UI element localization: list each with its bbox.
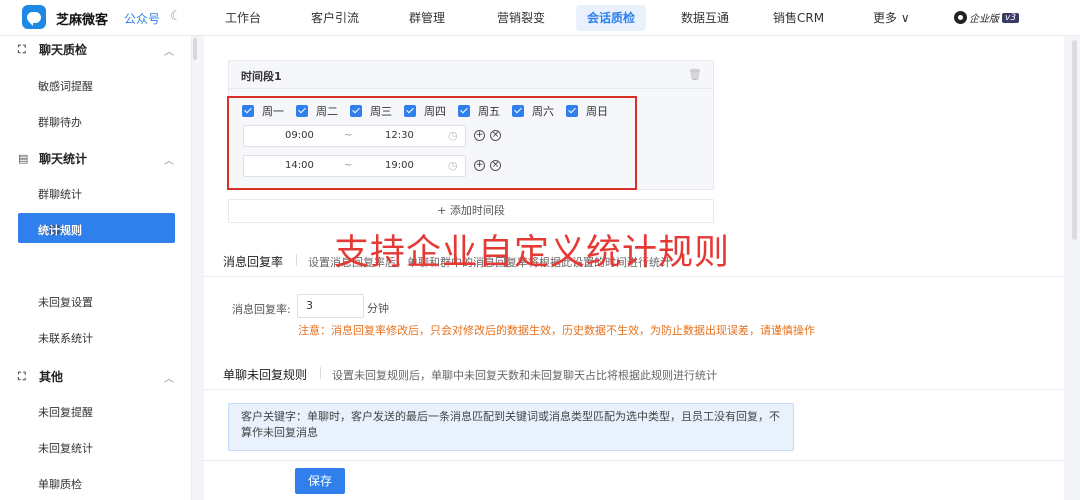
nav-item-marketing-fission[interactable]: 营销裂变	[486, 5, 556, 31]
sidebar-item-stats-rules[interactable]: 统计规则	[38, 222, 82, 238]
section-title-no-reply: 单聊未回复规则	[223, 368, 308, 382]
sidebar-item-no-reply-reminder[interactable]: 未回复提醒	[38, 404, 93, 420]
add-time-period-button[interactable]: + 添加时间段	[228, 199, 714, 223]
annotation-overlay-text: 支持企业自定义统计规则	[334, 233, 731, 273]
nav-item-group-management[interactable]: 群管理	[398, 5, 456, 31]
dark-mode-icon[interactable]: ☾	[170, 9, 182, 24]
reply-rate-unit: 分钟	[367, 302, 389, 315]
nav-item-more[interactable]: 更多 ∨	[862, 5, 921, 31]
nav-item-customer-acquisition[interactable]: 客户引流	[300, 5, 370, 31]
sidebar-item-no-contact-stats[interactable]: 未联系统计	[38, 330, 93, 346]
highlight-box	[227, 96, 637, 190]
sidebar-item-no-reply-stats[interactable]: 未回复统计	[38, 440, 93, 456]
nav-item-session-inspection[interactable]: 会话质检	[576, 5, 647, 31]
sidebar-item-no-reply-settings[interactable]: 未回复设置	[38, 294, 93, 310]
sidebar-scrollbar[interactable]	[193, 38, 197, 60]
sidebar-group-label: 其他	[39, 370, 64, 384]
sidebar-item-single-inspection[interactable]: 单聊质检	[38, 476, 82, 492]
edition-badge[interactable]: 企业版 v3	[954, 10, 1020, 25]
save-button[interactable]: 保存	[295, 468, 345, 494]
sidebar-group-chat-inspection[interactable]: ⛶ 聊天质检	[18, 41, 87, 58]
divider	[204, 389, 1064, 390]
content-scrollbar[interactable]	[1072, 40, 1077, 240]
sidebar-group-other[interactable]: ⛶ 其他	[18, 368, 63, 385]
chart-icon: ▤	[18, 152, 29, 165]
trash-icon[interactable]: 🗑	[688, 68, 702, 81]
reply-rate-label: 消息回复率:	[232, 303, 291, 316]
reply-rate-warning: 注意：消息回复率修改后，只会对修改后的数据生效，历史数据不生效，为防止数据出现误…	[298, 324, 815, 337]
chevron-up-icon[interactable]: ︿	[164, 152, 174, 167]
divider	[229, 88, 713, 89]
sidebar-group-chat-stats[interactable]: ▤ 聊天统计	[18, 150, 87, 167]
edition-version: v3	[1002, 12, 1020, 23]
section-title-reply-rate: 消息回复率	[223, 255, 284, 269]
sidebar-item-sensitive-words[interactable]: 敏感词提醒	[38, 78, 93, 94]
section-desc-no-reply: 设置未回复规则后，单聊中未回复天数和未回复聊天占比将根据此规则进行统计	[332, 369, 717, 382]
no-reply-info-box: 客户关键字：单聊时，客户发送的最后一条消息匹配到关键词或消息类型匹配为选中类型，…	[228, 403, 794, 451]
time-period-title: 时间段1	[241, 70, 282, 83]
divider	[296, 254, 297, 266]
divider	[320, 367, 321, 379]
nav-item-workbench[interactable]: 工作台	[214, 5, 272, 31]
scan-face-icon: ⛶	[18, 369, 26, 383]
chevron-up-icon[interactable]: ︿	[164, 43, 174, 58]
sidebar-item-group-todo[interactable]: 群聊待办	[38, 114, 82, 130]
nav-item-sales-crm[interactable]: 销售CRM	[762, 5, 835, 31]
scan-face-icon: ⛶	[18, 42, 26, 56]
nav-item-data-exchange[interactable]: 数据互通	[670, 5, 740, 31]
divider	[204, 276, 1064, 277]
reply-rate-input[interactable]: 3	[297, 294, 364, 318]
app-logo[interactable]	[22, 5, 46, 29]
sidebar	[0, 36, 192, 500]
sidebar-group-label: 聊天统计	[39, 152, 88, 166]
edition-icon	[954, 11, 967, 24]
account-switch[interactable]: 公众号	[124, 10, 160, 27]
brand-name: 芝麻微客	[56, 13, 109, 28]
sidebar-item-group-stats[interactable]: 群聊统计	[38, 186, 82, 202]
chevron-up-icon[interactable]: ︿	[164, 370, 174, 385]
top-navbar: 芝麻微客 公众号 ☾ 工作台 客户引流 群管理 营销裂变 会话质检 数据互通 销…	[0, 0, 1080, 36]
edition-label: 企业版	[969, 14, 999, 25]
sidebar-group-label: 聊天质检	[39, 43, 88, 57]
